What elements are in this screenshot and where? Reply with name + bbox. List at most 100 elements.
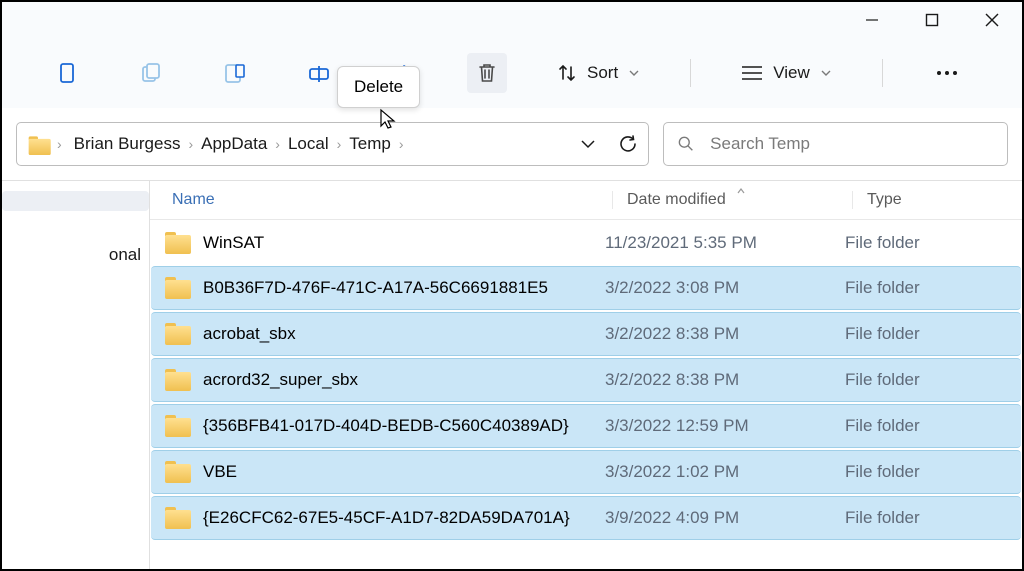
delete-button[interactable] — [467, 53, 507, 93]
folder-icon — [165, 369, 191, 391]
column-headers: Name Date modified Type — [150, 181, 1022, 220]
sidebar-item[interactable] — [2, 191, 149, 211]
folder-icon — [165, 507, 191, 529]
file-name: VBE — [203, 462, 237, 482]
file-name: acrord32_super_sbx — [203, 370, 358, 390]
column-header-date[interactable]: Date modified — [612, 191, 852, 209]
file-list-pane: Name Date modified Type WinSAT 11/23/202… — [150, 181, 1022, 569]
file-name: {E26CFC62-67E5-45CF-A1D7-82DA59DA701A} — [203, 508, 570, 528]
file-name-cell: acrord32_super_sbx — [165, 369, 605, 391]
breadcrumb-item[interactable]: Temp — [345, 130, 395, 158]
breadcrumb-item[interactable]: AppData — [197, 130, 271, 158]
cut-icon — [56, 61, 78, 85]
breadcrumb-separator: › — [333, 136, 346, 152]
file-name: acrobat_sbx — [203, 324, 296, 344]
file-name: B0B36F7D-476F-471C-A17A-56C6691881E5 — [203, 278, 548, 298]
column-header-name[interactable]: Name — [172, 191, 612, 209]
close-icon — [985, 13, 999, 27]
paste-button[interactable] — [215, 53, 255, 93]
toolbar-separator — [690, 59, 691, 87]
content-body: onal Name Date modified Type WinSAT 11/2… — [2, 180, 1022, 569]
sort-label: Sort — [587, 63, 618, 83]
file-name-cell: VBE — [165, 461, 605, 483]
breadcrumb-separator: › — [53, 136, 66, 152]
rename-button[interactable] — [299, 53, 339, 93]
file-type-cell: File folder — [845, 462, 1021, 482]
folder-icon — [165, 232, 191, 254]
more-icon — [936, 70, 958, 76]
file-date-cell: 3/9/2022 4:09 PM — [605, 508, 845, 528]
minimize-button[interactable] — [842, 2, 902, 38]
view-button[interactable]: View — [735, 53, 838, 93]
file-row[interactable]: {E26CFC62-67E5-45CF-A1D7-82DA59DA701A} 3… — [151, 496, 1021, 540]
search-input[interactable] — [710, 134, 993, 154]
chevron-down-icon — [820, 67, 832, 79]
breadcrumb-separator: › — [271, 136, 284, 152]
maximize-icon — [925, 13, 939, 27]
delete-tooltip: Delete — [337, 66, 420, 108]
folder-icon — [165, 323, 191, 345]
file-date-cell: 11/23/2021 5:35 PM — [605, 233, 845, 253]
cut-button[interactable] — [47, 53, 87, 93]
view-icon — [741, 64, 763, 82]
folder-icon — [165, 415, 191, 437]
breadcrumb-separator: › — [184, 136, 197, 152]
file-type-cell: File folder — [845, 370, 1021, 390]
file-name-cell: {356BFB41-017D-404D-BEDB-C560C40389AD} — [165, 415, 605, 437]
breadcrumb-separator: › — [395, 136, 408, 152]
sidebar-item[interactable]: onal — [2, 215, 149, 275]
file-row[interactable]: B0B36F7D-476F-471C-A17A-56C6691881E5 3/2… — [151, 266, 1021, 310]
file-name: {356BFB41-017D-404D-BEDB-C560C40389AD} — [203, 416, 569, 436]
refresh-icon[interactable] — [618, 134, 638, 154]
close-button[interactable] — [962, 2, 1022, 38]
file-row[interactable]: acrobat_sbx 3/2/2022 8:38 PM File folder — [151, 312, 1021, 356]
navigation-sidebar[interactable]: onal — [2, 181, 150, 569]
copy-icon — [139, 61, 163, 85]
file-date-cell: 3/2/2022 8:38 PM — [605, 324, 845, 344]
maximize-button[interactable] — [902, 2, 962, 38]
file-row[interactable]: WinSAT 11/23/2021 5:35 PM File folder — [151, 221, 1021, 265]
rename-icon — [307, 61, 331, 85]
sort-asc-icon — [736, 186, 746, 196]
search-icon — [678, 135, 694, 153]
delete-icon — [476, 61, 498, 85]
file-row[interactable]: {356BFB41-017D-404D-BEDB-C560C40389AD} 3… — [151, 404, 1021, 448]
file-name: WinSAT — [203, 233, 264, 253]
file-date-cell: 3/2/2022 3:08 PM — [605, 278, 845, 298]
file-type-cell: File folder — [845, 233, 1021, 253]
toolbar-separator — [882, 59, 883, 87]
chevron-down-icon — [628, 67, 640, 79]
window-titlebar — [2, 2, 1022, 38]
file-name-cell: acrobat_sbx — [165, 323, 605, 345]
command-toolbar: Sort View Delete — [2, 38, 1022, 108]
column-header-type[interactable]: Type — [852, 191, 1022, 209]
file-name-cell: {E26CFC62-67E5-45CF-A1D7-82DA59DA701A} — [165, 507, 605, 529]
paste-icon — [223, 61, 247, 85]
search-box[interactable] — [663, 122, 1008, 166]
file-row[interactable]: VBE 3/3/2022 1:02 PM File folder — [151, 450, 1021, 494]
file-type-cell: File folder — [845, 324, 1021, 344]
folder-icon — [29, 136, 48, 151]
file-type-cell: File folder — [845, 508, 1021, 528]
file-date-cell: 3/2/2022 8:38 PM — [605, 370, 845, 390]
file-name-cell: B0B36F7D-476F-471C-A17A-56C6691881E5 — [165, 277, 605, 299]
file-type-cell: File folder — [845, 278, 1021, 298]
breadcrumb-item[interactable]: Local — [284, 130, 333, 158]
copy-button[interactable] — [131, 53, 171, 93]
chevron-down-icon[interactable] — [580, 136, 596, 152]
address-bar[interactable]: › Brian Burgess›AppData›Local›Temp› — [16, 122, 649, 166]
file-name-cell: WinSAT — [165, 232, 605, 254]
file-rows-container: WinSAT 11/23/2021 5:35 PM File folder B0… — [150, 221, 1022, 540]
address-search-area: › Brian Burgess›AppData›Local›Temp› — [2, 108, 1022, 180]
view-label: View — [773, 63, 810, 83]
file-date-cell: 3/3/2022 1:02 PM — [605, 462, 845, 482]
sort-button[interactable]: Sort — [551, 53, 646, 93]
folder-icon — [165, 461, 191, 483]
sort-icon — [557, 63, 577, 83]
minimize-icon — [865, 13, 879, 27]
file-row[interactable]: acrord32_super_sbx 3/2/2022 8:38 PM File… — [151, 358, 1021, 402]
more-button[interactable] — [927, 53, 967, 93]
file-date-cell: 3/3/2022 12:59 PM — [605, 416, 845, 436]
breadcrumb-item[interactable]: Brian Burgess — [70, 130, 185, 158]
folder-icon — [165, 277, 191, 299]
